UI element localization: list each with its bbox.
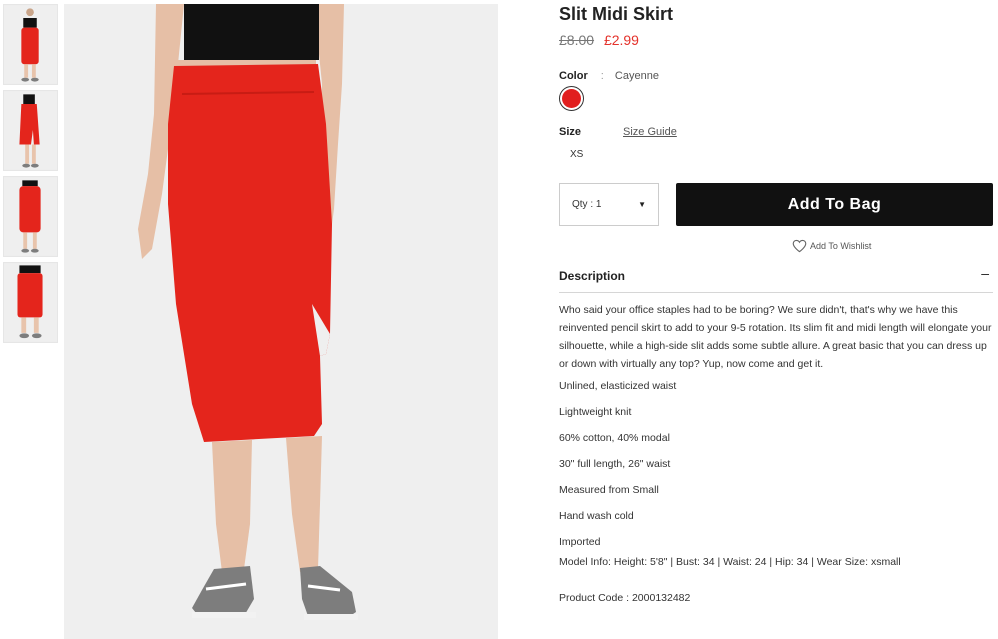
sale-price: £2.99: [603, 32, 639, 48]
product-code: Product Code : 2000132482: [559, 592, 691, 604]
description-title: Description: [559, 269, 626, 283]
heart-icon: [792, 239, 807, 253]
thumbnail-detail[interactable]: [3, 262, 58, 343]
size-option-xs[interactable]: XS: [570, 149, 583, 160]
thumbnail-back-image: [4, 177, 57, 256]
wishlist-label: Add To Wishlist: [810, 241, 872, 251]
color-value: Cayenne: [614, 70, 659, 82]
size-guide-link[interactable]: Size Guide: [623, 126, 677, 138]
thumbnail-back[interactable]: [3, 176, 58, 257]
feature-item: Lightweight knit: [559, 406, 632, 418]
color-swatch-cayenne[interactable]: [559, 86, 584, 111]
thumbnail-detail-image: [4, 263, 57, 342]
thumbnail-side-image: [4, 91, 57, 170]
feature-item: 30" full length, 26" waist: [559, 458, 671, 470]
size-row: Size Size Guide: [559, 126, 677, 138]
thumbnail-gallery: [3, 4, 59, 348]
model-info: Model Info: Height: 5'8" | Bust: 34 | Wa…: [559, 556, 901, 568]
color-swatch-fill: [562, 89, 581, 108]
size-label: Size: [559, 126, 582, 138]
add-to-bag-button[interactable]: Add To Bag: [676, 183, 993, 226]
quantity-select[interactable]: Qty : 1 ▼: [559, 183, 659, 226]
quantity-label: Qty : 1: [572, 199, 602, 210]
main-product-image[interactable]: [64, 4, 498, 639]
thumbnail-side[interactable]: [3, 90, 58, 171]
color-label: Color: [559, 70, 588, 82]
feature-item: 60% cotton, 40% modal: [559, 432, 670, 444]
color-separator: :: [600, 70, 604, 82]
feature-item: Measured from Small: [559, 484, 659, 496]
color-row: Color : Cayenne: [559, 70, 659, 82]
price-block: £8.00 £2.99: [559, 32, 639, 48]
description-accordion-header[interactable]: Description –: [559, 263, 993, 293]
caret-down-icon: ▼: [638, 200, 646, 209]
feature-list: Unlined, elasticized waist Lightweight k…: [559, 377, 993, 559]
original-price: £8.00: [559, 32, 595, 48]
thumbnail-front[interactable]: [3, 4, 58, 85]
description-text: Who said your office staples had to be b…: [559, 304, 992, 370]
thumbnail-front-image: [4, 5, 57, 84]
product-title: Slit Midi Skirt: [559, 4, 674, 24]
add-to-wishlist-button[interactable]: Add To Wishlist: [792, 239, 871, 253]
feature-item: Unlined, elasticized waist: [559, 380, 677, 392]
product-photo: [64, 4, 498, 639]
feature-item: Hand wash cold: [559, 510, 634, 522]
collapse-icon[interactable]: –: [981, 265, 989, 281]
